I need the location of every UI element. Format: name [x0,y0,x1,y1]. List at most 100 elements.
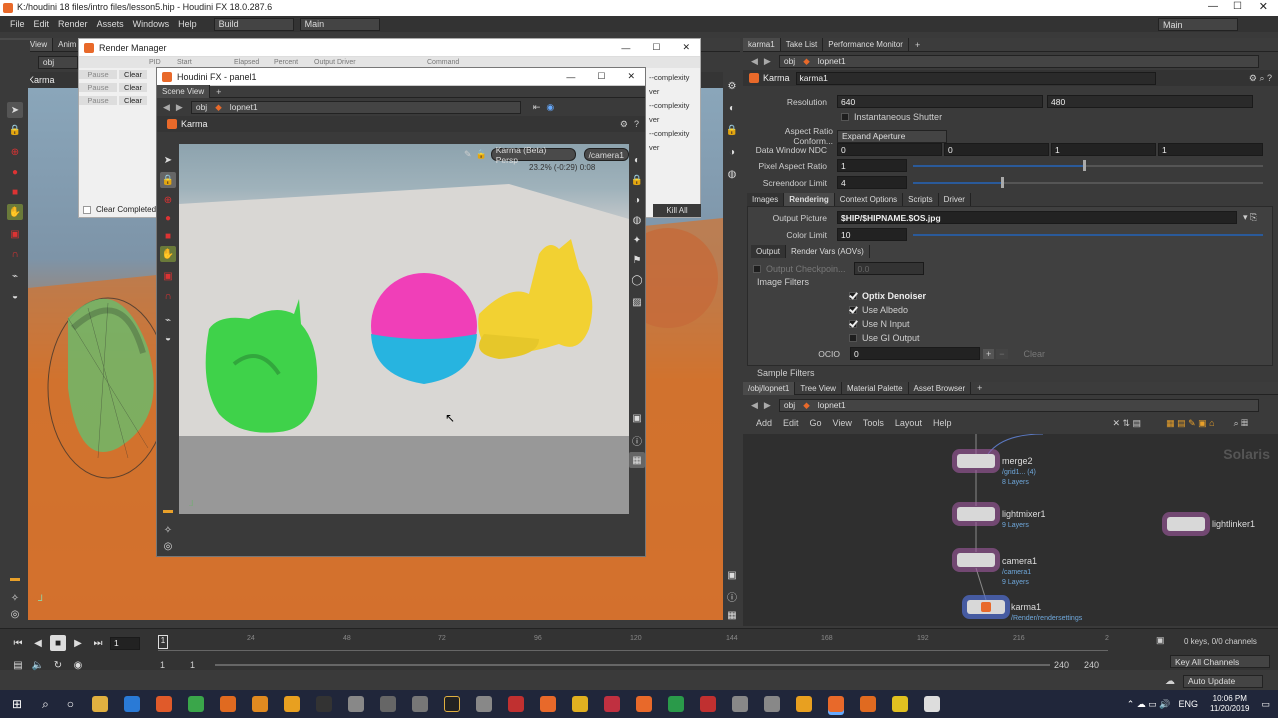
chrome-icon[interactable] [188,696,205,712]
tab-context-options[interactable]: Context Options [835,193,904,206]
timeline-ruler[interactable]: 1 24 48 72 96 120 144 168 192 216 2 [158,635,1109,651]
right-main-select[interactable]: Main [1158,18,1238,31]
menu-windows[interactable]: Windows [133,19,170,29]
pixel-aspect-slider[interactable] [913,159,1263,171]
panel-lights-icon[interactable]: ✧ [160,522,176,538]
pose-icon[interactable]: ✋ [7,204,23,220]
display-options-icon[interactable]: ▬ [7,570,23,586]
panel-lock-icon[interactable]: 🔒 [160,172,176,188]
rm-minimize-icon[interactable]: — [621,43,630,53]
network-menu-view[interactable]: View [833,418,852,428]
handle-icon[interactable]: ▣ [7,226,23,242]
menu-file[interactable]: File [10,19,25,29]
res-y-field[interactable]: 480 [1047,95,1253,108]
render-lock-icon[interactable]: 🔒 [476,149,487,160]
instantaneous-shutter-row[interactable]: Instantaneous Shutter [841,112,942,122]
panel-r-view-icon[interactable]: ▨ [629,294,645,310]
network-menu-tools[interactable]: Tools [863,418,884,428]
select-tool-icon[interactable]: ➤ [7,102,23,118]
pixel-aspect-field[interactable]: 1 [837,159,907,172]
ocio-add-icon[interactable]: + [983,348,995,359]
app3-icon[interactable] [380,696,397,712]
dwndc-field-1[interactable]: 0 [944,143,1049,156]
rm-clear-button[interactable]: Clear [119,70,147,79]
network-tools-icon[interactable]: ✕ ⇅ ▤ [1112,418,1141,429]
vlc-icon[interactable] [252,696,269,712]
tab-images[interactable]: Images [747,193,785,206]
color-limit-slider[interactable] [913,233,1263,236]
task-view-icon[interactable]: ○ [67,697,74,711]
audio-icon[interactable]: 🔈 [30,657,46,673]
node-camera1[interactable] [957,553,995,567]
panel-ghost-icon[interactable]: ◎ [160,538,176,554]
grid-icon[interactable]: ▦ [724,607,740,623]
panel-minimize-icon[interactable]: — [566,72,575,82]
rm-clear-completed-checkbox[interactable] [83,205,91,214]
panel-pose-icon[interactable]: ✋ [160,246,176,262]
camera-tool-icon[interactable]: ◒ [7,288,23,304]
panel-move-icon[interactable]: ⊕ [160,192,176,208]
desk-main-select[interactable]: Main [299,17,380,31]
lights-icon[interactable]: ✧ [7,590,23,606]
tray-icons[interactable]: ⌃ ☁ ▭ 🔊 [1127,699,1171,710]
param-path[interactable]: obj ◆ lopnet1 [778,54,1259,68]
play-reverse-icon[interactable]: ◀ [30,635,46,651]
panel-gear-icon[interactable]: ⚙ [620,119,628,130]
menu-render[interactable]: Render [58,19,88,29]
kill-all-button[interactable]: Kill All [653,204,701,217]
panel-maximize-icon[interactable]: ☐ [597,71,605,82]
app7-icon[interactable] [572,696,589,712]
info-icon[interactable]: ⓘ [724,588,740,604]
firefox-icon[interactable] [220,696,237,712]
rm-close-icon[interactable]: ✕ [682,42,690,53]
network-menu-help[interactable]: Help [933,418,952,428]
panel-r-display-icon[interactable]: ◐ [629,152,645,168]
panel-r-bulb-icon[interactable]: ◯ [629,272,645,288]
shading-icon[interactable]: ◑ [724,144,740,160]
panel-r-light-icon[interactable]: ✦ [629,232,645,248]
dwndc-field-0[interactable]: 0 [837,143,942,156]
rotate-icon[interactable]: ● [7,164,23,180]
karma-render-view[interactable]: ✎ 🔒 Karma (Beta) Persp /camera1 23.2% (-… [179,144,629,514]
filter-gi-output-row[interactable]: Use GI Output [849,333,920,343]
range-start-2[interactable]: 1 [190,660,195,670]
use-albedo-checkbox[interactable] [849,306,857,314]
channels-icon[interactable]: ▣ [1156,635,1165,646]
app10-icon[interactable] [700,696,717,712]
range-start[interactable]: 1 [160,660,165,670]
node-karma1[interactable] [967,600,1005,614]
scale-icon[interactable]: ■ [7,184,23,200]
panel-r-flag-icon[interactable]: ⚑ [629,252,645,268]
app5-icon[interactable] [476,696,493,712]
panel-back-icon[interactable]: ◀ [163,102,170,113]
app8-icon[interactable] [604,696,621,712]
windows-start-icon[interactable]: ⊞ [12,697,22,711]
tab-rendering[interactable]: Rendering [784,193,835,206]
current-frame-field[interactable]: 1 [110,636,140,650]
network-menu-go[interactable]: Go [810,418,822,428]
stop-icon[interactable]: ■ [50,635,66,651]
panel-camera-icon[interactable]: ◒ [160,330,176,346]
network-menu-edit[interactable]: Edit [783,418,799,428]
ghost-icon[interactable]: ◎ [7,606,23,622]
rm-clear-completed[interactable]: Clear Completed J [83,205,162,214]
panel-rotate-icon[interactable]: ● [160,210,176,226]
panel-close-icon[interactable]: ✕ [627,71,635,82]
display-icon[interactable]: ◐ [724,100,740,116]
node-lightmixer1[interactable] [957,507,995,521]
tab-asset-browser[interactable]: Asset Browser [909,381,972,395]
rm-maximize-icon[interactable]: ☐ [652,42,660,53]
left-path-obj[interactable]: obj [37,55,78,69]
notification-icon[interactable]: ▭ [1261,699,1270,710]
panel-handle-icon[interactable]: ▣ [160,268,176,284]
node-merge2[interactable] [957,454,995,468]
panel-forward-icon[interactable]: ▶ [176,102,183,113]
panel-tab-scene-view[interactable]: Scene View [157,85,211,98]
ocio-remove-icon[interactable]: − [996,348,1008,359]
network-menu-add[interactable]: Add [756,418,772,428]
output-picture-field[interactable]: $HIP/$HIPNAME.$OS.jpg [837,211,1237,224]
panel-r-grid-icon[interactable]: ▦ [629,452,645,468]
daz-icon[interactable] [316,696,333,712]
tab-lopnet1[interactable]: /obj/lopnet1 [743,381,796,395]
panel-path[interactable]: obj ◆ lopnet1 [190,100,521,114]
